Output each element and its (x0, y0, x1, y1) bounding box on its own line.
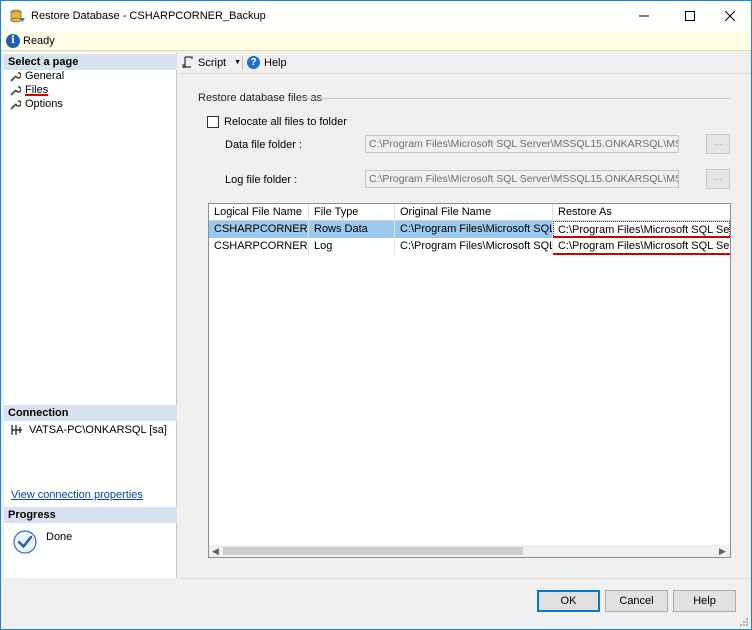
help-icon: ? (247, 56, 260, 69)
maximize-icon (685, 11, 695, 21)
check-done-icon (13, 530, 37, 554)
scroll-right-icon[interactable]: ▶ (719, 545, 726, 557)
view-connection-properties-link[interactable]: View connection properties (11, 489, 143, 501)
toolbar-separator (242, 56, 243, 70)
status-text: Ready (23, 35, 55, 47)
resize-grip-icon[interactable] (739, 617, 749, 627)
relocate-label: Relocate all files to folder (224, 116, 347, 128)
table-cell: Rows Data (309, 221, 395, 238)
progress-header: Progress (4, 507, 177, 523)
connection-text: VATSA-PC\ONKARSQL [sa] (29, 424, 167, 436)
data-folder-field: C:\Program Files\Microsoft SQL Server\MS… (365, 135, 679, 153)
data-folder-label: Data file folder : (225, 139, 303, 151)
restore-database-dialog: Restore Database - CSHARPCORNER_Backup i… (0, 0, 752, 630)
database-restore-icon (10, 9, 25, 23)
minimize-button[interactable] (621, 1, 667, 31)
toolbar: Script ▼ ? Help (178, 52, 751, 74)
connection-info: VATSA-PC\ONKARSQL [sa] (10, 424, 167, 436)
page-item-label: Files (25, 84, 49, 96)
log-folder-browse-button: ... (706, 169, 730, 189)
close-button[interactable] (707, 1, 752, 31)
status-bar: i Ready (1, 31, 751, 51)
server-connection-icon (11, 425, 22, 435)
page-item-files[interactable]: Files (10, 83, 48, 97)
script-label: Script (198, 56, 227, 69)
close-icon (725, 11, 735, 21)
relocate-checkbox-row[interactable]: Relocate all files to folder (207, 116, 347, 128)
page-item-general[interactable]: General (10, 69, 64, 83)
minimize-icon (639, 15, 649, 17)
left-pane: Select a page General Files Options Conn… (4, 52, 177, 578)
script-icon (182, 56, 193, 68)
wrench-icon (10, 85, 21, 96)
title-bar[interactable]: Restore Database - CSHARPCORNER_Backup (1, 1, 751, 31)
restore-files-grid[interactable]: Logical File Name File Type Original Fil… (208, 203, 731, 558)
highlight-underline (553, 253, 730, 255)
window-title: Restore Database - CSHARPCORNER_Backup (31, 10, 266, 22)
help-toolbar-button[interactable]: ? Help (247, 56, 287, 69)
table-cell: C:\Program Files\Microsoft SQL ... (395, 221, 553, 238)
data-folder-browse-button: ... (706, 134, 730, 154)
grid-header: Logical File Name File Type Original Fil… (209, 204, 730, 221)
horizontal-scrollbar[interactable]: ◀ ▶ (209, 545, 730, 557)
log-folder-field: C:\Program Files\Microsoft SQL Server\MS… (365, 170, 679, 188)
page-item-label: Options (25, 98, 63, 110)
log-folder-label: Log file folder : (225, 174, 298, 186)
table-cell: Log (309, 238, 395, 255)
chevron-down-icon[interactable]: ▼ (234, 59, 241, 66)
help-button[interactable]: Help (673, 590, 736, 612)
column-header[interactable]: Logical File Name (209, 204, 309, 221)
bottom-divider (178, 578, 751, 579)
script-button[interactable]: Script ▼ (182, 56, 241, 69)
info-icon: i (6, 34, 20, 48)
column-header[interactable]: File Type (309, 204, 395, 221)
scrollbar-thumb[interactable] (223, 547, 523, 555)
cancel-button[interactable]: Cancel (605, 590, 668, 612)
select-page-header: Select a page (4, 54, 177, 70)
column-header[interactable]: Restore As (553, 204, 730, 221)
wrench-icon (10, 99, 21, 110)
connection-header: Connection (4, 405, 177, 421)
page-item-label: General (25, 70, 65, 82)
table-cell: C:\Program Files\Microsoft SQL ... (395, 238, 553, 255)
column-header[interactable]: Original File Name (395, 204, 553, 221)
relocate-checkbox[interactable] (207, 116, 219, 128)
scroll-left-icon[interactable]: ◀ (212, 545, 219, 557)
table-cell: CSHARPCORNER (209, 221, 309, 238)
ok-button[interactable]: OK (537, 590, 600, 612)
page-item-options[interactable]: Options (10, 97, 63, 111)
group-divider (305, 98, 730, 99)
group-label-restore-files: Restore database files as (198, 92, 323, 104)
help-label: Help (264, 56, 287, 69)
progress-status: Done (46, 531, 73, 543)
highlight-underline (553, 236, 730, 238)
wrench-icon (10, 71, 21, 82)
table-cell: CSHARPCORNER... (209, 238, 309, 255)
